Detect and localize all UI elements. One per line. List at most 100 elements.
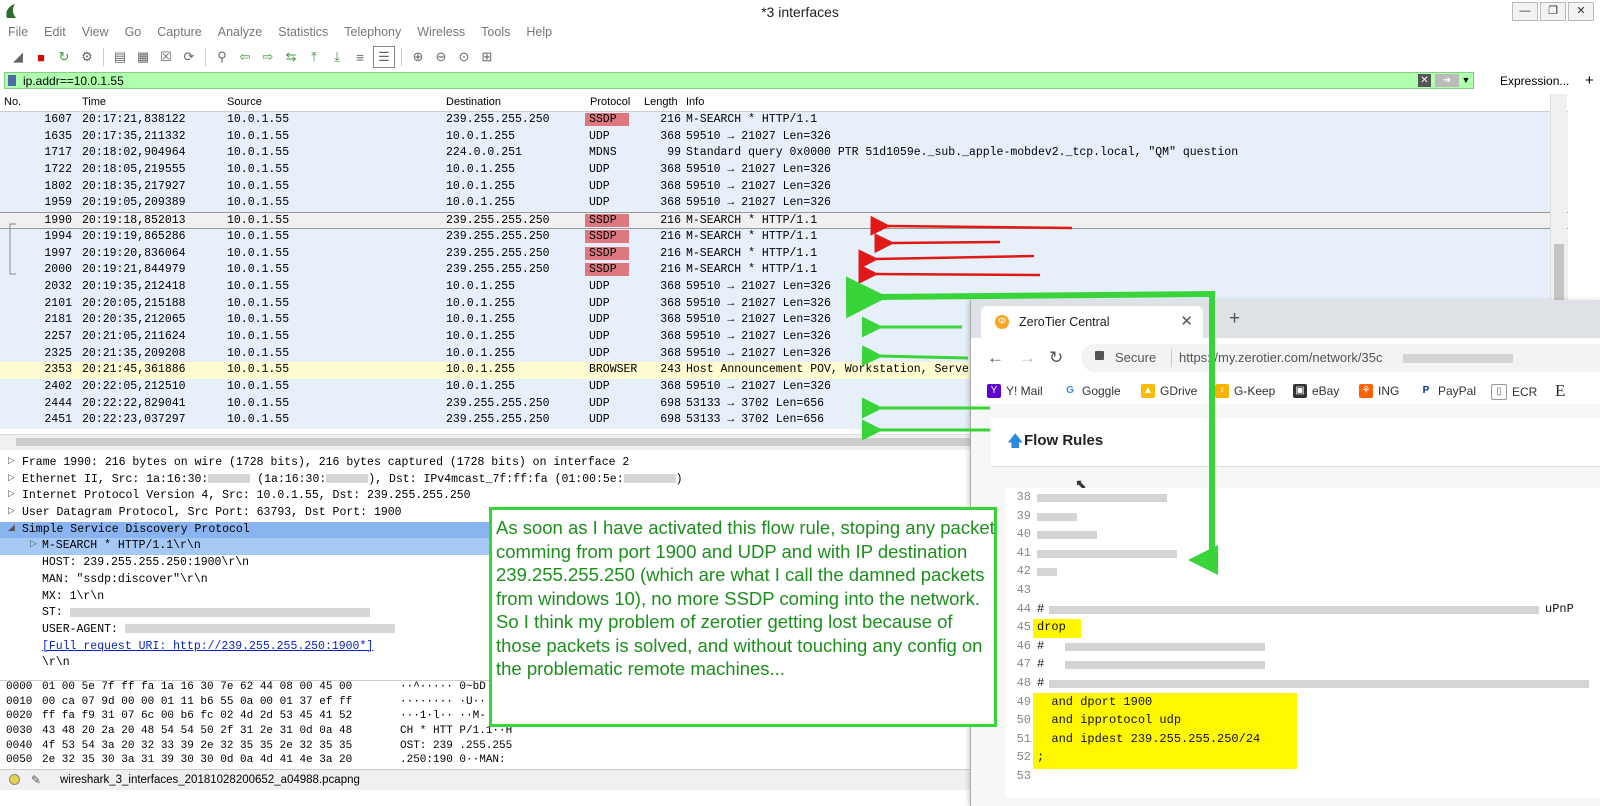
column-time[interactable]: Time — [82, 96, 106, 108]
capture-options-icon[interactable]: ⚙ — [77, 47, 97, 67]
editor-line[interactable]: 43 — [1005, 581, 1600, 600]
stop-capture-icon[interactable]: ■ — [31, 47, 51, 67]
bookmark-paypal[interactable]: P PayPal — [1419, 384, 1476, 398]
packet-row[interactable]: 1959 20:19:05,209389 10.0.1.55 10.0.1.255 UD… — [0, 195, 1568, 213]
detail-frame[interactable]: ▷ Frame 1990: 216 bytes on wire (1728 bit… — [0, 455, 970, 472]
find-packet-icon[interactable]: ⚲ — [212, 47, 232, 67]
flow-rules-editor[interactable]: 38 39 40 41 42 43 44 # uPnP 45 drop 46 #47 #48 #49 and… — [1005, 488, 1600, 798]
menu-view[interactable]: View — [74, 23, 117, 43]
detail-ethernet[interactable]: ▷ Ethernet II, Src: 1a:16:30: (1a:16:30:)… — [0, 472, 970, 489]
back-icon[interactable]: ← — [987, 348, 1004, 368]
zoom-out-icon[interactable]: ⊖ — [431, 47, 451, 67]
column-info[interactable]: Info — [686, 96, 704, 108]
column-destination[interactable]: Destination — [446, 96, 501, 108]
menu-file[interactable]: File — [0, 23, 36, 43]
browser-tab[interactable]: Φ ZeroTier Central ✕ — [981, 306, 1203, 338]
column-protocol[interactable]: Protocol — [590, 96, 630, 108]
column-source[interactable]: Source — [227, 96, 262, 108]
bookmark-ebay[interactable]: ▣ eBay — [1293, 384, 1339, 398]
close-window-button[interactable]: ✕ — [1568, 2, 1594, 21]
bookmark-ecr[interactable]: ▯ ECR — [1491, 384, 1537, 400]
packet-row[interactable]: 1717 20:18:02,904964 10.0.1.55 224.0.0.251 M… — [0, 145, 1568, 163]
packet-row[interactable]: 2032 20:19:35,212418 10.0.1.55 10.0.1.255 UD… — [0, 278, 1568, 296]
reload-icon[interactable]: ↻ — [1049, 348, 1063, 368]
menu-capture[interactable]: Capture — [149, 23, 209, 43]
editor-line[interactable]: 40 — [1005, 525, 1600, 544]
resize-columns-icon[interactable]: ⊞ — [477, 47, 497, 67]
editor-line[interactable]: 50 and ipprotocol udp — [1005, 711, 1600, 730]
bookmark-gdrive[interactable]: ▲ GDrive — [1141, 384, 1197, 398]
shark-fin-icon[interactable]: ◢ — [8, 47, 28, 67]
editor-line[interactable]: 47 # — [1005, 655, 1600, 674]
column-length[interactable]: Length — [644, 96, 678, 108]
comment-icon[interactable]: ✎ — [31, 773, 41, 787]
minimize-button[interactable]: — — [1512, 2, 1538, 21]
menu-go[interactable]: Go — [117, 23, 150, 43]
packet-row[interactable]: 1802 20:18:35,217927 10.0.1.55 10.0.1.255 UD… — [0, 178, 1568, 196]
zoom-reset-icon[interactable]: ⊙ — [454, 47, 474, 67]
editor-line[interactable]: 39 — [1005, 507, 1600, 526]
packet-row[interactable]: 1990 20:19:18,852013 10.0.1.55 239.255.255.… — [0, 212, 1568, 229]
address-url[interactable]: https://my.zerotier.com/network/35c — [1179, 350, 1383, 365]
zoom-in-icon[interactable]: ⊕ — [408, 47, 428, 67]
packet-row[interactable]: 1607 20:17:21,838122 10.0.1.55 239.255.255.… — [0, 112, 1568, 129]
maximize-button[interactable]: ❐ — [1540, 2, 1566, 21]
bookmark-ymail[interactable]: Y Y! Mail — [987, 384, 1043, 398]
hex-row[interactable]: 0050 2e 32 35 30 3a 31 39 30 30 0d 0a 4d … — [0, 754, 970, 769]
editor-line[interactable]: 49 and dport 1900 — [1005, 693, 1600, 712]
last-packet-icon[interactable]: ⤓ — [327, 47, 347, 67]
menu-analyze[interactable]: Analyze — [210, 23, 270, 43]
editor-line[interactable]: 44 # uPnP — [1005, 600, 1600, 619]
hex-row[interactable]: 0040 4f 53 54 3a 20 32 33 39 2e 32 35 35 … — [0, 740, 970, 755]
menu-wireless[interactable]: Wireless — [409, 23, 473, 43]
menu-edit[interactable]: Edit — [36, 23, 74, 43]
editor-line[interactable]: 51 and ipdest 239.255.255.250/24 — [1005, 730, 1600, 749]
packet-row[interactable]: 1722 20:18:05,219555 10.0.1.55 10.0.1.255 UD… — [0, 162, 1568, 179]
go-forward-icon[interactable]: ⇨ — [258, 47, 278, 67]
first-packet-icon[interactable]: ⤒ — [304, 47, 324, 67]
restart-capture-icon[interactable]: ↻ — [54, 47, 74, 67]
menu-telephony[interactable]: Telephony — [336, 23, 409, 43]
detail-ipv4[interactable]: ▷ Internet Protocol Version 4, Src: 10.0.… — [0, 488, 970, 505]
bookmark-ing[interactable]: ⚘ ING — [1359, 384, 1399, 398]
packet-row[interactable]: 1997 20:19:20,836064 10.0.1.55 239.255.255.… — [0, 245, 1568, 263]
chevron-down-icon[interactable]: ▼ — [1460, 73, 1472, 88]
editor-line[interactable]: 53 — [1005, 767, 1600, 786]
menu-tools[interactable]: Tools — [473, 23, 518, 43]
colorize-icon[interactable]: ☰ — [373, 46, 395, 68]
clear-filter-icon[interactable]: ✕ — [1418, 74, 1431, 87]
address-bar[interactable]: Secure https://my.zerotier.com/network/3… — [1081, 344, 1600, 372]
go-to-packet-icon[interactable]: ⇆ — [281, 47, 301, 67]
packet-row[interactable]: 1994 20:19:19,865286 10.0.1.55 239.255.255.… — [0, 228, 1568, 246]
close-tab-icon[interactable]: ✕ — [1180, 312, 1193, 330]
forward-icon[interactable]: → — [1019, 348, 1036, 368]
editor-line[interactable]: 38 — [1005, 488, 1600, 507]
menu-statistics[interactable]: Statistics — [270, 23, 336, 43]
bookmark-gkeep[interactable]: ♀ G-Keep — [1215, 384, 1275, 398]
editor-line[interactable]: 46 # — [1005, 637, 1600, 656]
packet-row[interactable]: 2000 20:19:21,844979 10.0.1.55 239.255.255.… — [0, 262, 1568, 279]
arrow-up-icon[interactable]: 🡅 — [1007, 430, 1023, 457]
apply-filter-icon[interactable]: ➜ — [1435, 74, 1459, 87]
display-filter-input[interactable] — [23, 73, 1403, 88]
bookmark-goggle[interactable]: G Goggle — [1063, 384, 1121, 398]
hex-row[interactable]: 0030 43 48 20 2a 20 48 54 54 50 2f 31 2e … — [0, 725, 970, 740]
add-filter-button[interactable]: + — [1585, 72, 1594, 89]
expression-button[interactable]: Expression... — [1500, 74, 1569, 88]
editor-line[interactable]: 45 drop — [1005, 618, 1600, 637]
close-file-icon[interactable]: ☒ — [156, 47, 176, 67]
reload-file-icon[interactable]: ⟳ — [179, 47, 199, 67]
go-back-icon[interactable]: ⇦ — [235, 47, 255, 67]
menu-help[interactable]: Help — [518, 23, 560, 43]
new-tab-icon[interactable]: + — [1229, 308, 1240, 330]
flow-rules-title[interactable]: Flow Rules — [1024, 432, 1103, 449]
packet-row[interactable]: 1635 20:17:35,211332 10.0.1.55 10.0.1.255 UD… — [0, 128, 1568, 146]
editor-line[interactable]: 48 # — [1005, 674, 1600, 693]
save-file-icon[interactable]: ▦ — [133, 47, 153, 67]
column-no[interactable]: No. — [4, 96, 21, 108]
editor-line[interactable]: 52; — [1005, 748, 1600, 767]
bookmark-e-icon[interactable]: E — [1555, 381, 1565, 401]
autoscroll-icon[interactable]: ≡ — [350, 47, 370, 67]
open-file-icon[interactable]: ▤ — [110, 47, 130, 67]
editor-line[interactable]: 42 — [1005, 562, 1600, 581]
